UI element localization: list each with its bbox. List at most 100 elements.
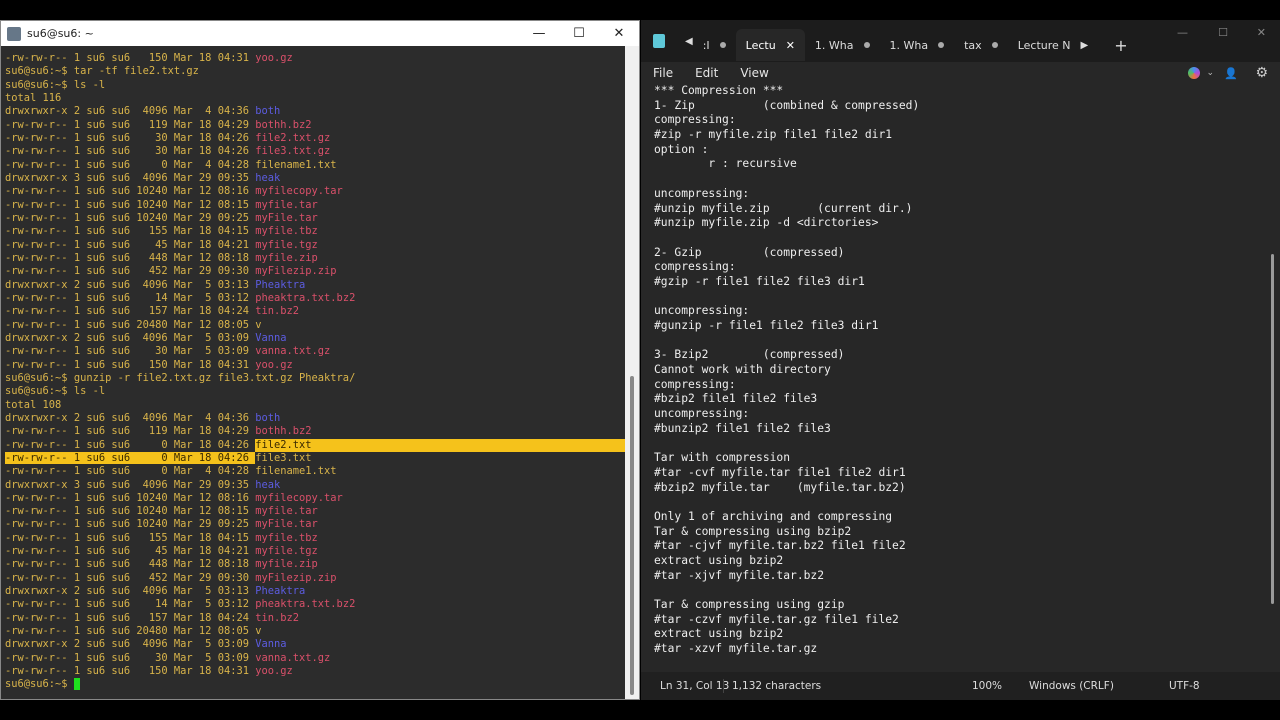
line-ending[interactable]: Windows (CRLF)	[1029, 680, 1114, 692]
close-tab-icon[interactable]: ✕	[786, 39, 795, 52]
terminal-text: total 108	[5, 398, 62, 411]
file-name: pheaktra.txt.bz2	[255, 291, 356, 304]
terminal-line: -rw-rw-r-- 1 su6 su6 30 Mar 5 03:09 vann…	[5, 345, 626, 358]
file-details: -rw-rw-r-- 1 su6 su6 10240 Mar 12 08:16	[5, 185, 256, 198]
scrollbar-thumb[interactable]	[630, 376, 634, 695]
editor-scrollbar[interactable]	[1271, 254, 1274, 604]
file-details: -rw-rw-r-- 1 su6 su6 119 Mar 18 04:29	[5, 118, 256, 131]
file-details: -rw-rw-r-- 1 su6 su6 0 Mar 18 04:26	[5, 451, 256, 464]
chevron-down-icon[interactable]: ⌄	[1206, 68, 1214, 78]
gear-icon[interactable]: ⚙	[1255, 65, 1268, 81]
copilot-icon[interactable]	[1188, 67, 1200, 79]
terminal-line: -rw-rw-r-- 1 su6 su6 10240 Mar 12 08:15 …	[5, 505, 626, 518]
tab-label: Lectu	[745, 38, 776, 52]
text-line: #bzip2 myfile.tar (myfile.tar.bz2)	[654, 480, 906, 494]
terminal-window[interactable]: su6@su6: ~ — ☐ ✕ -rw-rw-r-- 1 su6 su6 15…	[0, 20, 640, 700]
text-line: Cannot work with directory	[654, 363, 831, 377]
text-line	[654, 231, 1260, 246]
text-line: extract using bzip2	[654, 554, 784, 567]
file-details: -rw-rw-r-- 1 su6 su6 20480 Mar 12 08:05	[5, 318, 256, 331]
terminal-line: -rw-rw-r-- 1 su6 su6 150 Mar 18 04:31 yo…	[5, 359, 626, 372]
text-line: Tar with compression	[654, 451, 791, 465]
terminal-line: -rw-rw-r-- 1 su6 su6 0 Mar 4 04:28 filen…	[5, 159, 626, 172]
tab-2[interactable]: 1. Wha	[805, 29, 880, 61]
file-details: -rw-rw-r-- 1 su6 su6 150 Mar 18 04:31	[5, 52, 256, 64]
terminal-line: -rw-rw-r-- 1 su6 su6 150 Mar 18 04:31 yo…	[5, 665, 626, 678]
maximize-button[interactable]: ☐	[1218, 26, 1228, 39]
new-tab-button[interactable]: +	[1114, 36, 1127, 55]
text-line: #tar -xzvf myfile.tar.gz	[654, 642, 818, 656]
file-details: -rw-rw-r-- 1 su6 su6 20480 Mar 12 08:05	[5, 625, 256, 638]
file-details: drwxrwxr-x 3 su6 su6 4096 Mar 29 09:35	[5, 478, 256, 491]
file-name: v	[255, 625, 262, 638]
text-line: uncompressing:	[654, 304, 750, 318]
terminal-line: -rw-rw-r-- 1 su6 su6 452 Mar 29 09:30 my…	[5, 265, 626, 278]
menu-bar: File Edit View ⌄ 👤 ⚙	[641, 62, 1280, 84]
menu-file[interactable]: File	[653, 66, 673, 80]
text-editor[interactable]: *** Compression *** 1- Zip (combined & co…	[654, 84, 1260, 672]
file-details: -rw-rw-r-- 1 su6 su6 157 Mar 18 04:24	[5, 305, 256, 318]
terminal-text: su6@su6:~$ gunzip -r file2.txt.gz file3.…	[5, 371, 356, 384]
zoom-level[interactable]: 100%	[972, 680, 1002, 692]
terminal-line: -rw-rw-r-- 1 su6 su6 20480 Mar 12 08:05 …	[5, 625, 626, 638]
maximize-button[interactable]: ☐	[559, 21, 599, 46]
terminal-text: su6@su6:~$ tar -tf file2.txt.gz	[5, 65, 199, 78]
minimize-button[interactable]: —	[1177, 26, 1188, 39]
menu-view[interactable]: View	[740, 66, 768, 80]
account-icon[interactable]: 👤	[1224, 67, 1238, 80]
notepad-app-icon	[653, 34, 665, 48]
text-line: 3- Bzip2 (compressed)	[654, 348, 845, 362]
scroll-tabs-left-icon[interactable]: ◀	[685, 36, 693, 47]
tab-4[interactable]: tax	[954, 29, 1008, 61]
terminal-line: drwxrwxr-x 2 su6 su6 4096 Mar 5 03:09 Va…	[5, 332, 626, 345]
terminal-line: su6@su6:~$ ls -l	[5, 385, 626, 398]
terminal-line: -rw-rw-r-- 1 su6 su6 119 Mar 18 04:29 bo…	[5, 119, 626, 132]
file-name: myfile.tbz	[255, 531, 318, 544]
minimize-button[interactable]: —	[519, 21, 559, 46]
cursor-position: Ln 31, Col 13	[660, 680, 730, 692]
text-line: compressing:	[654, 377, 736, 391]
file-details: drwxrwxr-x 2 su6 su6 4096 Mar 5 03:13	[5, 278, 256, 291]
file-details: -rw-rw-r-- 1 su6 su6 119 Mar 18 04:29	[5, 425, 256, 438]
file-details: -rw-rw-r-- 1 su6 su6 30 Mar 18 04:26	[5, 131, 256, 144]
tab-0[interactable]: :I	[693, 29, 736, 61]
terminal-scrollbar[interactable]	[625, 46, 639, 699]
file-name: myFilezip.zip	[255, 571, 337, 584]
terminal-line: -rw-rw-r-- 1 su6 su6 0 Mar 4 04:28 filen…	[5, 465, 626, 478]
file-details: -rw-rw-r-- 1 su6 su6 10240 Mar 12 08:16	[5, 491, 256, 504]
terminal-line: drwxrwxr-x 3 su6 su6 4096 Mar 29 09:35 h…	[5, 479, 626, 492]
file-details: -rw-rw-r-- 1 su6 su6 155 Mar 18 04:15	[5, 225, 256, 238]
notepad-window[interactable]: ◀ :I Lectu ✕ 1. Wha 1. Wha tax Lecture N ▶ + —…	[641, 20, 1280, 700]
file-name: both	[255, 105, 281, 118]
tab-3[interactable]: 1. Wha	[880, 29, 955, 61]
file-details: -rw-rw-r-- 1 su6 su6 157 Mar 18 04:24	[5, 611, 256, 624]
text-line	[654, 495, 1260, 510]
terminal-line: -rw-rw-r-- 1 su6 su6 157 Mar 18 04:24 ti…	[5, 305, 626, 318]
text-line: #zip -r myfile.zip file1 file2 dir1	[654, 128, 893, 142]
file-details: -rw-rw-r-- 1 su6 su6 45 Mar 18 04:21	[5, 545, 256, 558]
terminal-line: -rw-rw-r-- 1 su6 su6 0 Mar 18 04:26 file…	[5, 451, 626, 465]
text-line: #tar -cvf myfile.tar file1 file2 dir1	[654, 465, 906, 479]
menu-edit[interactable]: Edit	[695, 66, 718, 80]
tab-1[interactable]: Lectu ✕	[735, 29, 805, 61]
putty-icon	[7, 26, 21, 41]
file-name: myFile.tar	[255, 518, 318, 531]
terminal-output[interactable]: -rw-rw-r-- 1 su6 su6 150 Mar 18 04:31 yo…	[1, 46, 626, 699]
tab-5[interactable]: Lecture N	[1008, 29, 1081, 61]
file-name: myfile.tgz	[255, 545, 318, 558]
terminal-line: drwxrwxr-x 2 su6 su6 4096 Mar 4 04:36 bo…	[5, 412, 626, 425]
text-line: #gzip -r file1 file2 file3 dir1	[654, 274, 865, 288]
terminal-line: -rw-rw-r-- 1 su6 su6 45 Mar 18 04:21 myf…	[5, 239, 626, 252]
scroll-tabs-right-icon[interactable]: ▶	[1081, 40, 1089, 51]
encoding[interactable]: UTF-8	[1169, 680, 1200, 692]
unsaved-dot-icon	[938, 42, 945, 48]
file-name: Pheaktra	[255, 278, 306, 291]
terminal-line: su6@su6:~$	[5, 678, 626, 691]
close-button[interactable]: ✕	[599, 21, 639, 46]
terminal-title: su6@su6: ~	[27, 27, 94, 40]
text-cursor	[73, 678, 80, 691]
terminal-line: -rw-rw-r-- 1 su6 su6 448 Mar 12 08:18 my…	[5, 252, 626, 265]
text-line	[654, 583, 1260, 598]
close-button[interactable]: ✕	[1257, 26, 1266, 39]
file-details: drwxrwxr-x 3 su6 su6 4096 Mar 29 09:35	[5, 171, 256, 184]
